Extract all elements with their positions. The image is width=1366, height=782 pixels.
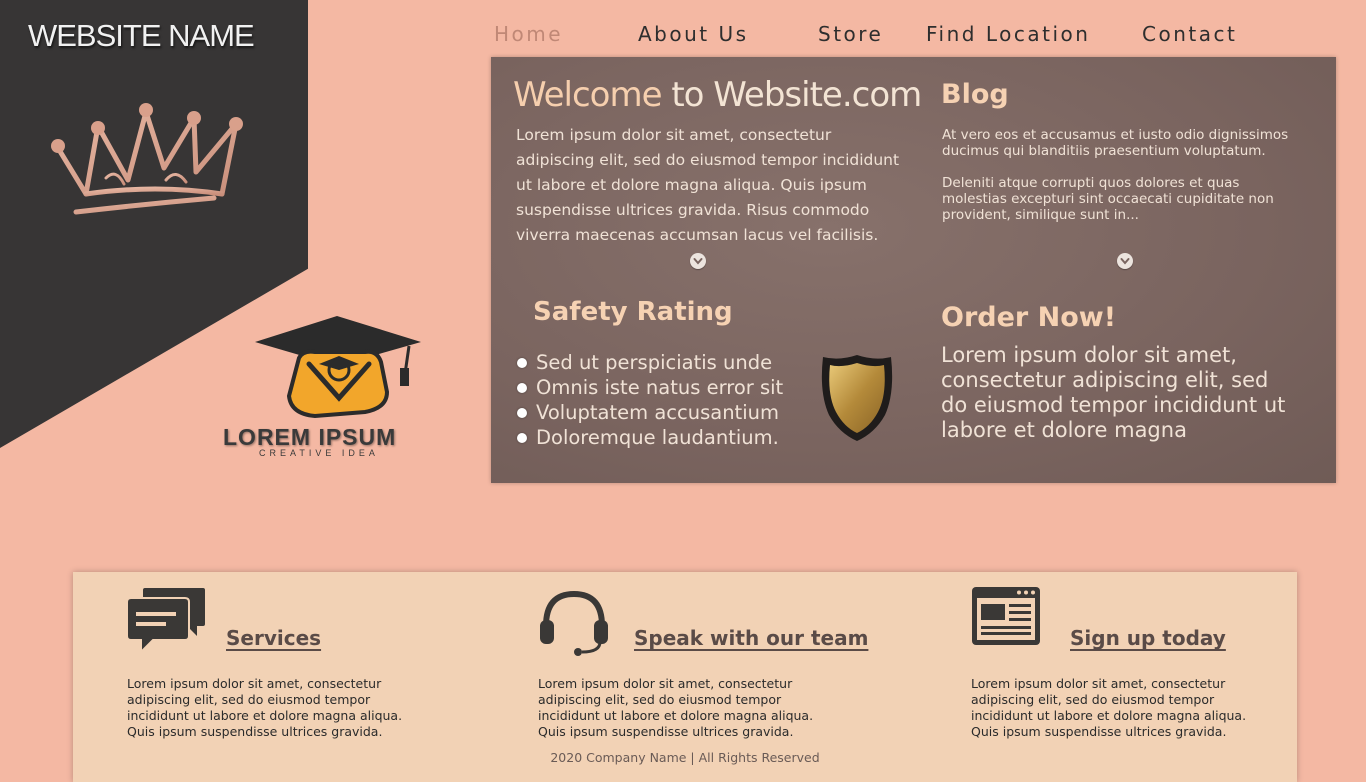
list-item: Omnis iste natus error sit	[517, 375, 783, 400]
features-card: Services Lorem ipsum dolor sit amet, con…	[73, 572, 1297, 782]
bullet-icon	[517, 408, 527, 418]
logo-subtext: CREATIVE IDEA	[259, 448, 379, 458]
list-item: Sed ut perspiciatis unde	[517, 350, 783, 375]
feature-title[interactable]: Speak with our team	[634, 626, 868, 650]
blog-text: At vero eos et accusamus et iusto odio d…	[942, 127, 1297, 239]
bullet-icon	[517, 433, 527, 443]
blog-title: Blog	[941, 79, 1009, 110]
list-item-label: Voluptatem accusantium	[536, 401, 779, 424]
list-item: Doloremque laudantium.	[517, 425, 783, 450]
chat-bubbles-icon	[127, 588, 205, 652]
welcome-title-accent: Welcome	[513, 75, 663, 115]
list-item-label: Sed ut perspiciatis unde	[536, 351, 773, 374]
shield-icon	[821, 355, 893, 441]
welcome-title: Welcome to Website.com	[513, 75, 922, 115]
list-item-label: Doloremque laudantium.	[536, 426, 779, 449]
order-now-text: Lorem ipsum dolor sit amet, consectetur …	[941, 343, 1286, 442]
welcome-expand-chevron-icon[interactable]	[690, 253, 706, 269]
feature-text: Lorem ipsum dolor sit amet, consectetur …	[971, 676, 1247, 739]
footer-copyright: 2020 Company Name | All Rights Reserved	[550, 750, 820, 765]
bullet-icon	[517, 383, 527, 393]
welcome-text: Lorem ipsum dolor sit amet, consectetur …	[516, 126, 900, 244]
logo-text: LOREM IPSUM	[223, 424, 397, 450]
safety-rating-title: Safety Rating	[533, 297, 733, 327]
feature-title[interactable]: Services	[226, 626, 321, 650]
nav-home[interactable]: Home	[494, 22, 563, 46]
list-item: Voluptatem accusantium	[517, 400, 783, 425]
nav-store[interactable]: Store	[818, 22, 883, 46]
crown-icon	[51, 103, 243, 215]
graduation-cap-icon	[255, 316, 421, 419]
safety-rating-list: Sed ut perspiciatis unde Omnis iste natu…	[517, 350, 783, 450]
blog-expand-chevron-icon[interactable]	[1117, 253, 1133, 269]
welcome-title-rest: to Website.com	[661, 75, 922, 115]
main-content-card: Welcome to Website.com Lorem ipsum dolor…	[491, 57, 1336, 483]
feature-title[interactable]: Sign up today	[1070, 626, 1226, 650]
nav-find-location[interactable]: Find Location	[926, 22, 1090, 46]
blog-paragraph: At vero eos et accusamus et iusto odio d…	[942, 127, 1289, 159]
bullet-icon	[517, 358, 527, 368]
browser-window-icon	[972, 587, 1040, 645]
blog-paragraph: Deleniti atque corrupti quos dolores et …	[942, 175, 1274, 223]
order-now-title[interactable]: Order Now!	[941, 302, 1116, 333]
company-logo: LOREM IPSUM CREATIVE IDEA	[215, 312, 460, 462]
nav-contact[interactable]: Contact	[1142, 22, 1237, 46]
headset-icon	[540, 590, 608, 656]
feature-text: Lorem ipsum dolor sit amet, consectetur …	[127, 676, 403, 739]
feature-text: Lorem ipsum dolor sit amet, consectetur …	[538, 676, 814, 739]
nav-about-us[interactable]: About Us	[638, 22, 749, 46]
list-item-label: Omnis iste natus error sit	[536, 376, 784, 399]
site-name[interactable]: WEBSITE NAME	[28, 18, 255, 54]
